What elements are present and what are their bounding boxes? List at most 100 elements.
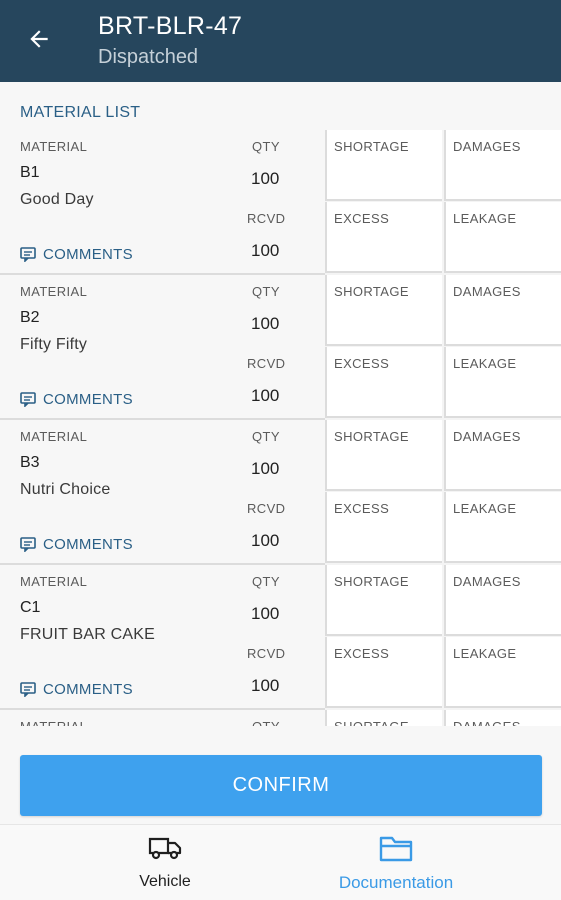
- comment-icon: [20, 537, 36, 552]
- material-row: MATERIAL QTY B1 Good Day 100 RCVD 100 CO…: [0, 130, 561, 275]
- leakage-field[interactable]: LEAKAGE: [444, 637, 561, 708]
- folder-icon: [379, 836, 413, 862]
- qty-label: QTY: [252, 574, 280, 589]
- action-area: CONFIRM: [0, 726, 561, 824]
- damages-label: DAMAGES: [453, 429, 521, 444]
- material-row: MATERIAL QTY B3 Nutri Choice 100 RCVD 10…: [0, 420, 561, 565]
- material-label: MATERIAL: [20, 284, 88, 299]
- material-info: MATERIAL QTY B2 Fifty Fifty 100 RCVD 100…: [0, 275, 325, 420]
- shortage-label: SHORTAGE: [334, 574, 409, 589]
- confirm-label: CONFIRM: [232, 774, 330, 796]
- rcvd-value: 100: [251, 676, 280, 695]
- comment-icon: [20, 392, 36, 407]
- material-info: MATERIAL QTY B3 Nutri Choice 100 RCVD 10…: [0, 420, 325, 565]
- comments-button[interactable]: COMMENTS: [20, 536, 133, 553]
- shortage-field[interactable]: SHORTAGE: [325, 275, 442, 346]
- leakage-label: LEAKAGE: [453, 356, 517, 371]
- material-name: Nutri Choice: [20, 481, 111, 498]
- shortage-label: SHORTAGE: [334, 139, 409, 154]
- excess-field[interactable]: EXCESS: [325, 202, 442, 273]
- damages-label: DAMAGES: [453, 284, 521, 299]
- qty-label: QTY: [252, 719, 280, 726]
- excess-field[interactable]: EXCESS: [325, 637, 442, 708]
- material-info: MATERIAL QTY: [0, 710, 325, 726]
- damages-field[interactable]: DAMAGES: [444, 710, 561, 726]
- material-code: B3: [20, 454, 40, 471]
- rcvd-label: RCVD: [247, 501, 286, 516]
- arrow-left-icon: [30, 30, 48, 48]
- excess-field[interactable]: EXCESS: [325, 347, 442, 418]
- shortage-label: SHORTAGE: [334, 284, 409, 299]
- shortage-field[interactable]: SHORTAGE: [325, 710, 442, 726]
- leakage-field[interactable]: LEAKAGE: [444, 202, 561, 273]
- qty-label: QTY: [252, 139, 280, 154]
- material-list[interactable]: MATERIAL QTY B1 Good Day 100 RCVD 100 CO…: [0, 130, 561, 726]
- qty-value: 100: [251, 459, 280, 478]
- qty-label: QTY: [252, 284, 280, 299]
- damages-field[interactable]: DAMAGES: [444, 275, 561, 346]
- leakage-field[interactable]: LEAKAGE: [444, 492, 561, 563]
- damages-field[interactable]: DAMAGES: [444, 420, 561, 491]
- nav-documentation-label: Documentation: [338, 873, 454, 892]
- material-label: MATERIAL: [20, 574, 88, 589]
- comments-label: COMMENTS: [43, 681, 133, 698]
- damages-label: DAMAGES: [453, 139, 521, 154]
- shortage-field[interactable]: SHORTAGE: [325, 565, 442, 636]
- material-name: FRUIT BAR CAKE: [20, 626, 155, 643]
- comment-icon: [20, 247, 36, 262]
- comments-label: COMMENTS: [43, 536, 133, 553]
- shortage-field[interactable]: SHORTAGE: [325, 420, 442, 491]
- excess-label: EXCESS: [334, 501, 390, 516]
- damages-label: DAMAGES: [453, 719, 521, 726]
- page-title: BRT-BLR-47: [98, 12, 243, 40]
- section-title: MATERIAL LIST: [20, 104, 141, 121]
- material-row: MATERIAL QTY B2 Fifty Fifty 100 RCVD 100…: [0, 275, 561, 420]
- material-name: Good Day: [20, 191, 94, 208]
- excess-field[interactable]: EXCESS: [325, 492, 442, 563]
- qty-value: 100: [251, 604, 280, 623]
- damages-field[interactable]: DAMAGES: [444, 130, 561, 201]
- truck-icon: [148, 837, 182, 860]
- rcvd-label: RCVD: [247, 356, 286, 371]
- qty-label: QTY: [252, 429, 280, 444]
- material-name: Fifty Fifty: [20, 336, 88, 353]
- material-row: MATERIAL QTY SHORTAGE DAMAGES: [0, 710, 561, 726]
- back-button[interactable]: [20, 22, 58, 56]
- confirm-button[interactable]: CONFIRM: [20, 755, 542, 816]
- material-label: MATERIAL: [20, 429, 88, 444]
- comments-button[interactable]: COMMENTS: [20, 246, 133, 263]
- excess-label: EXCESS: [334, 356, 390, 371]
- excess-label: EXCESS: [334, 646, 390, 661]
- rcvd-value: 100: [251, 531, 280, 550]
- qty-value: 100: [251, 169, 280, 188]
- rcvd-label: RCVD: [247, 211, 286, 226]
- comments-button[interactable]: COMMENTS: [20, 391, 133, 408]
- status-subtitle: Dispatched: [98, 46, 199, 68]
- comments-button[interactable]: COMMENTS: [20, 681, 133, 698]
- rcvd-value: 100: [251, 386, 280, 405]
- damages-field[interactable]: DAMAGES: [444, 565, 561, 636]
- rcvd-label: RCVD: [247, 646, 286, 661]
- qty-value: 100: [251, 314, 280, 333]
- material-code: C1: [20, 599, 41, 616]
- material-label: MATERIAL: [20, 139, 88, 154]
- leakage-label: LEAKAGE: [453, 646, 517, 661]
- comments-label: COMMENTS: [43, 246, 133, 263]
- rcvd-value: 100: [251, 241, 280, 260]
- bottom-nav: Vehicle Documentation: [0, 824, 561, 900]
- leakage-field[interactable]: LEAKAGE: [444, 347, 561, 418]
- material-info: MATERIAL QTY B1 Good Day 100 RCVD 100 CO…: [0, 130, 325, 275]
- material-info: MATERIAL QTY C1 FRUIT BAR CAKE 100 RCVD …: [0, 565, 325, 710]
- leakage-label: LEAKAGE: [453, 501, 517, 516]
- excess-label: EXCESS: [334, 211, 390, 226]
- material-list-header: MATERIAL LIST: [0, 82, 561, 130]
- comments-label: COMMENTS: [43, 391, 133, 408]
- material-label: MATERIAL: [20, 719, 87, 726]
- app-bar: BRT-BLR-47 Dispatched: [0, 0, 561, 82]
- material-code: B1: [20, 164, 40, 181]
- shortage-field[interactable]: SHORTAGE: [325, 130, 442, 201]
- comment-icon: [20, 682, 36, 697]
- leakage-label: LEAKAGE: [453, 211, 517, 226]
- material-row: MATERIAL QTY C1 FRUIT BAR CAKE 100 RCVD …: [0, 565, 561, 710]
- nav-documentation[interactable]: Documentation: [256, 825, 536, 900]
